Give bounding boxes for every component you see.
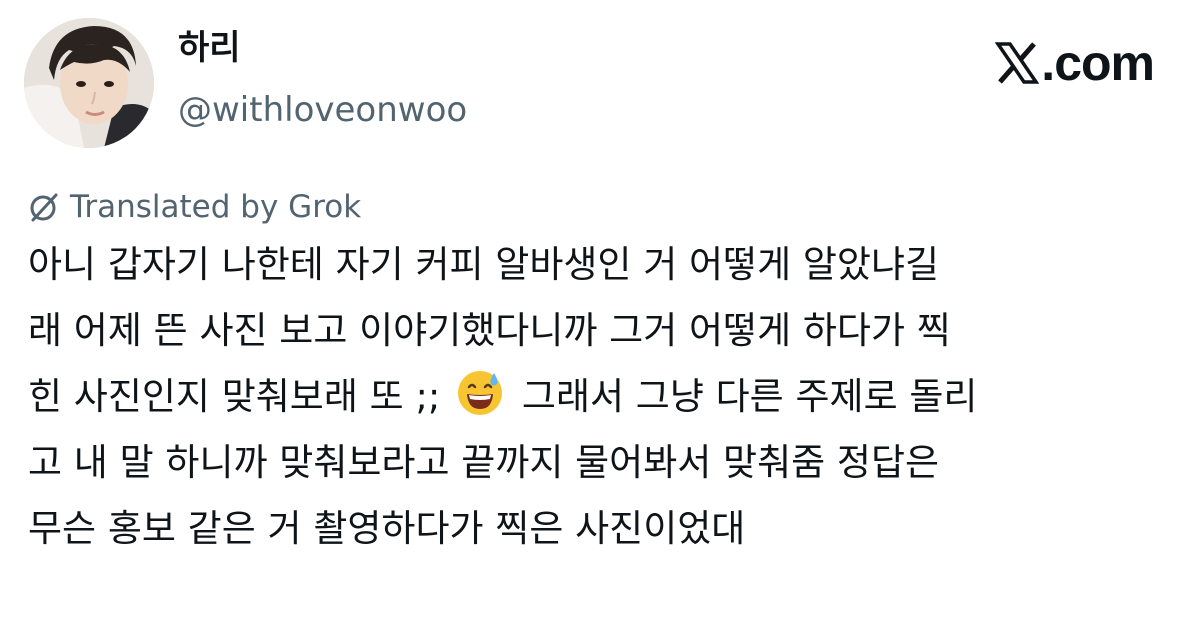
- tweet-line-segment: 힌 사진인지 맞춰보래 또 ;;: [28, 375, 441, 418]
- user-handle[interactable]: @withloveonwoo: [178, 90, 467, 130]
- translation-label: Translated by Grok: [70, 189, 362, 225]
- brand-domain-label: .com: [1041, 35, 1155, 91]
- tweet-line: 무슨 홍보 같은 거 촬영하다가 찍은 사진이었대: [28, 507, 746, 550]
- brand-watermark: .com: [995, 35, 1155, 91]
- grok-icon: [28, 191, 60, 223]
- profile-photo: [24, 18, 154, 148]
- tweet-line: 아니 갑자기 나한테 자기 커피 알바생인 거 어떻게 알았냐길: [28, 243, 940, 286]
- translation-notice[interactable]: Translated by Grok: [28, 187, 361, 227]
- display-name[interactable]: 하리: [178, 28, 241, 68]
- tweet-line: 래 어제 뜬 사진 보고 이야기했다니까 그거 어떻게 하다가 찍: [28, 309, 951, 352]
- x-logo-icon: [995, 41, 1040, 85]
- tweet-text: 아니 갑자기 나한테 자기 커피 알바생인 거 어떻게 알았냐길 래 어제 뜬 …: [28, 232, 1178, 562]
- tweet-line: 힌 사진인지 맞춰보래 또 ;; 그래서 그냥 다른 주제로 돌리: [28, 364, 1178, 430]
- avatar[interactable]: [24, 18, 154, 148]
- grinning-face-with-sweat-emoji: [456, 369, 504, 417]
- tweet-line-segment: 그래서 그냥 다른 주제로 돌리: [521, 375, 978, 418]
- tweet-line: 고 내 말 하니까 맞춰보라고 끝까지 물어봐서 맞춰줌 정답은: [28, 441, 940, 484]
